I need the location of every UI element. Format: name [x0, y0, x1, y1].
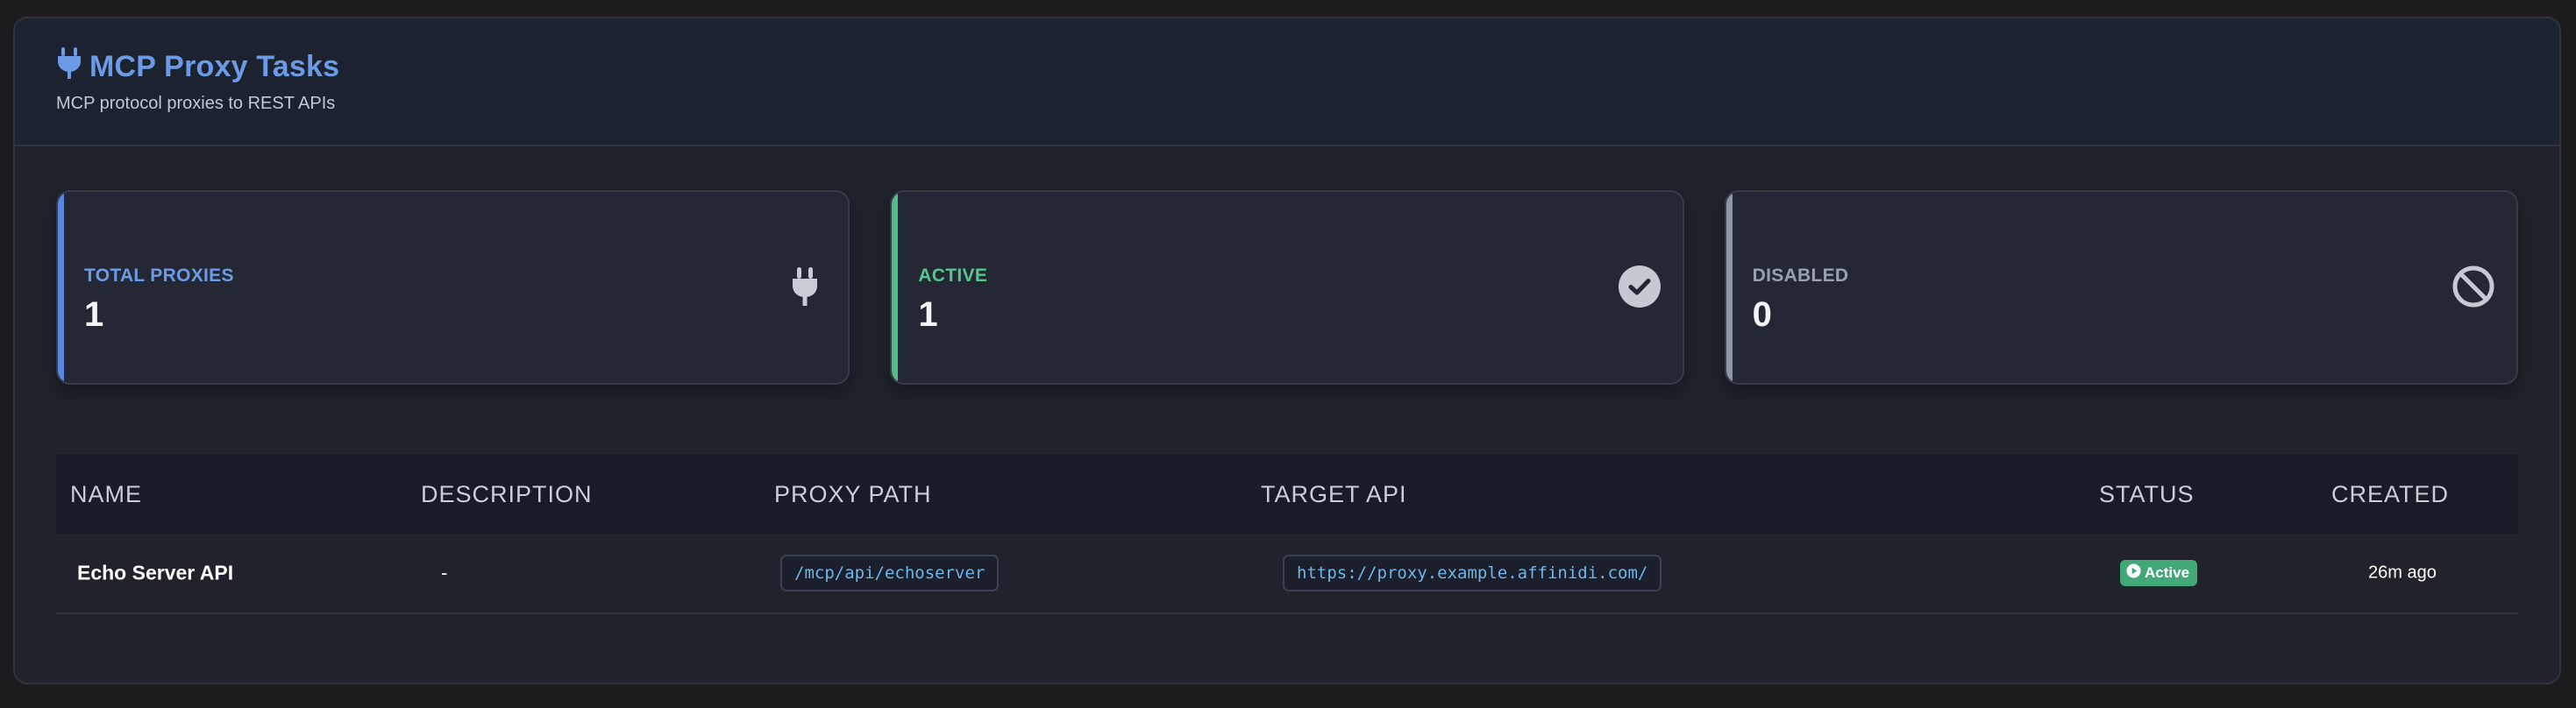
table-header: NAME DESCRIPTION PROXY PATH TARGET API S… — [56, 455, 2518, 534]
stats-cards: TOTAL PROXIES 1 ACTIVE 1 DISABLED 0 — [56, 190, 2518, 385]
card-accent-bar — [1726, 192, 1733, 383]
column-header-created[interactable]: CREATED — [2331, 481, 2449, 508]
row-name[interactable]: Echo Server API — [77, 562, 233, 585]
panel-header: MCP Proxy Tasks MCP protocol proxies to … — [15, 18, 2559, 146]
status-badge: Active — [2120, 560, 2198, 586]
card-accent-bar — [58, 192, 64, 383]
page-title: MCP Proxy Tasks — [89, 49, 340, 83]
play-circle-icon — [2126, 563, 2145, 583]
table-row[interactable]: Echo Server API - /mcp/api/echoserver ht… — [56, 534, 2518, 614]
row-description: - — [441, 562, 448, 584]
stat-label: DISABLED — [1752, 266, 1849, 286]
stat-label: ACTIVE — [918, 266, 988, 286]
stat-value: 0 — [1752, 295, 1772, 334]
card-accent-bar — [892, 192, 899, 383]
status-label: Active — [2145, 564, 2190, 581]
stat-value: 1 — [918, 295, 938, 334]
stat-value: 1 — [84, 295, 104, 334]
plug-icon — [56, 46, 89, 85]
page-subtitle: MCP protocol proxies to REST APIs — [56, 94, 336, 113]
stat-card-total-proxies: TOTAL PROXIES 1 — [56, 190, 850, 385]
column-header-target-api[interactable]: TARGET API — [1261, 481, 1407, 508]
column-header-proxy-path[interactable]: PROXY PATH — [774, 481, 932, 508]
column-header-description[interactable]: DESCRIPTION — [421, 481, 593, 508]
title-row: MCP Proxy Tasks — [56, 45, 2559, 88]
mcp-proxy-panel: MCP Proxy Tasks MCP protocol proxies to … — [13, 17, 2561, 684]
stat-card-disabled: DISABLED 0 — [1724, 190, 2518, 385]
row-proxy-path: /mcp/api/echoserver — [780, 555, 1000, 591]
column-header-name[interactable]: NAME — [70, 481, 142, 508]
stat-label: TOTAL PROXIES — [84, 266, 234, 286]
row-created: 26m ago — [2368, 563, 2437, 583]
proxies-table: NAME DESCRIPTION PROXY PATH TARGET API S… — [56, 455, 2518, 614]
column-header-status[interactable]: STATUS — [2099, 481, 2195, 508]
stat-card-active: ACTIVE 1 — [890, 190, 1684, 385]
row-target-api: https://proxy.example.affinidi.com/ — [1283, 555, 1662, 591]
